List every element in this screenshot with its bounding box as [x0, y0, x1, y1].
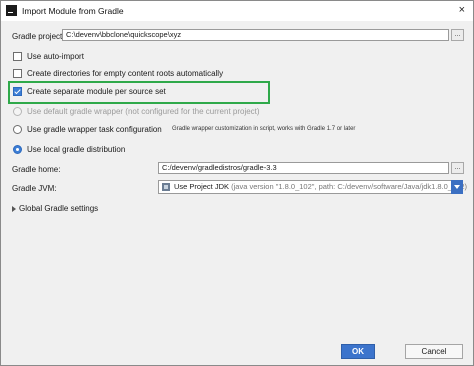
- gradle-project-browse-button[interactable]: ...: [451, 29, 464, 41]
- import-module-dialog: Import Module from Gradle × Gradle proje…: [0, 0, 474, 366]
- separate-module-label: Create separate module per source set: [27, 87, 166, 96]
- wrapper-task-radio[interactable]: [13, 125, 22, 134]
- window-title: Import Module from Gradle: [22, 6, 124, 16]
- auto-import-label: Use auto-import: [27, 52, 84, 61]
- gradle-jvm-value: Use Project JDK (java version "1.8.0_102…: [174, 182, 467, 191]
- title-bar: Import Module from Gradle ×: [1, 1, 473, 21]
- gradle-home-label: Gradle home:: [12, 165, 61, 174]
- create-dirs-checkbox[interactable]: [13, 69, 22, 78]
- gradle-project-field[interactable]: C:\devenv\bbclone\quickscope\xyz: [62, 29, 449, 41]
- close-icon[interactable]: ×: [459, 4, 465, 16]
- wrapper-task-label: Use gradle wrapper task configuration: [27, 125, 162, 134]
- wrapper-task-hint: Gradle wrapper customization in script, …: [172, 126, 356, 132]
- create-dirs-label: Create directories for empty content roo…: [27, 69, 224, 78]
- jdk-folder-icon: [162, 183, 170, 191]
- gradle-jvm-combobox[interactable]: Use Project JDK (java version "1.8.0_102…: [158, 180, 467, 194]
- chevron-down-icon[interactable]: [451, 180, 463, 194]
- global-settings-toggle[interactable]: Global Gradle settings: [19, 204, 98, 213]
- default-wrapper-radio[interactable]: [13, 107, 22, 116]
- gradle-jvm-detail: (java version "1.8.0_102", path: C:/deve…: [231, 182, 468, 191]
- gradle-jvm-main: Use Project JDK: [174, 182, 230, 191]
- cancel-button[interactable]: Cancel: [405, 344, 463, 359]
- gradle-home-field[interactable]: C:/devenv/gradledistros/gradle-3.3: [158, 162, 449, 174]
- gradle-jvm-label: Gradle JVM:: [12, 184, 57, 193]
- expand-arrow-icon[interactable]: [12, 206, 16, 212]
- ok-button[interactable]: OK: [341, 344, 375, 359]
- auto-import-checkbox[interactable]: [13, 52, 22, 61]
- local-distribution-label: Use local gradle distribution: [27, 145, 126, 154]
- default-wrapper-label: Use default gradle wrapper (not configur…: [27, 107, 260, 116]
- local-distribution-radio[interactable]: [13, 145, 22, 154]
- intellij-app-icon: [6, 5, 17, 16]
- gradle-home-browse-button[interactable]: ...: [451, 162, 464, 174]
- gradle-project-label: Gradle project:: [12, 32, 65, 41]
- separate-module-checkbox[interactable]: [13, 87, 22, 96]
